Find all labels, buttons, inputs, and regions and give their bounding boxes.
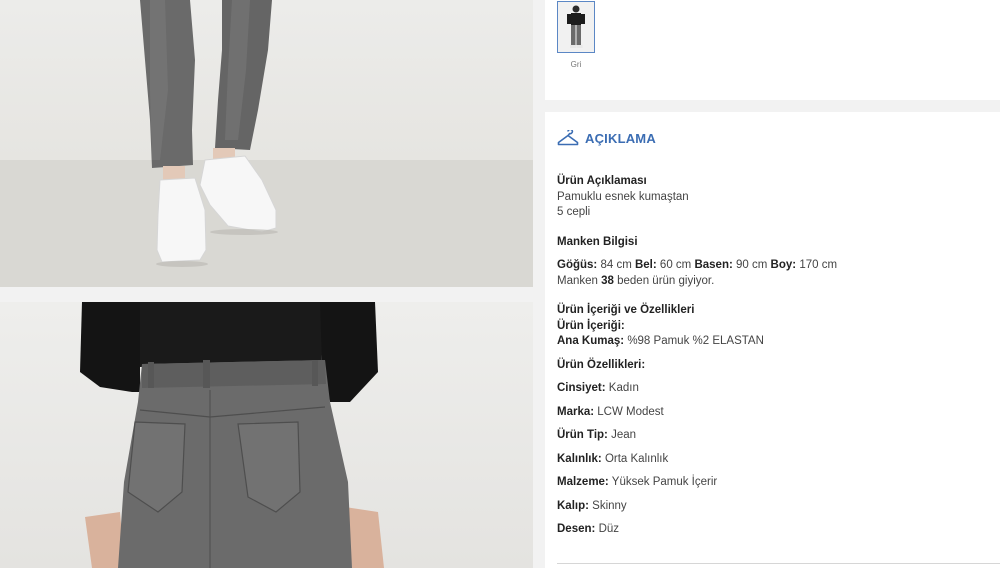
feature-row: Cinsiyet: Kadın <box>557 381 987 397</box>
feature-value: Yüksek Pamuk İçerir <box>611 476 718 488</box>
product-description-line: Pamuklu esnek kumaştan <box>557 190 689 203</box>
variant-panel: Gri <box>545 0 1000 100</box>
product-photo-back[interactable] <box>0 302 533 568</box>
description-content: Ürün Açıklaması Pamuklu esnek kumaştan 5… <box>557 174 987 538</box>
model-info-heading: Manken Bilgisi <box>557 235 638 248</box>
feature-value: Jean <box>611 429 637 441</box>
feature-value: LCW Modest <box>597 405 664 418</box>
model-size-suffix: beden ürün giyiyor. <box>617 274 715 287</box>
hanger-icon <box>557 130 579 146</box>
feature-label: Cinsiyet: <box>557 382 606 394</box>
feature-label: Kalıp: <box>557 499 589 512</box>
model-size-value: 38 <box>601 274 614 287</box>
feature-row: Ürün Tip: Jean <box>557 428 987 444</box>
color-variant-label: Gri <box>570 60 582 69</box>
model-measurements: Göğüs: 84 cm Bel: 60 cm Basen: 90 cm Boy… <box>557 258 987 274</box>
fabric-label: Ana Kumaş: <box>557 335 625 347</box>
measurement-value: 170 cm <box>799 259 838 271</box>
contents-heading: Ürün İçeriği ve Özellikleri <box>557 304 695 316</box>
description-panel: AÇIKLAMA Ürün Açıklaması Pamuklu esnek k… <box>545 112 1000 568</box>
model-thumbnail-icon <box>558 2 594 52</box>
measurement-value: 84 cm <box>600 259 632 271</box>
description-section-title: AÇIKLAMA <box>585 130 656 146</box>
feature-row: Malzeme: Yüksek Pamuk İçerir <box>557 475 987 491</box>
model-size-info: Manken 38 beden ürün giyiyor. <box>557 274 987 290</box>
fabric-value: %98 Pamuk %2 ELASTAN <box>627 335 764 347</box>
jeans-back-illustration <box>80 302 384 568</box>
feature-label: Ürün Tip: <box>557 429 608 441</box>
jeans-legs-illustration <box>0 0 533 287</box>
color-variant-thumbnail[interactable] <box>557 1 595 53</box>
measurement-value: 90 cm <box>736 259 768 271</box>
measurement-value: 60 cm <box>659 259 692 271</box>
feature-row: Kalınlık: Orta Kalınlık <box>557 452 987 468</box>
feature-row: Kalıp: Skinny <box>557 499 987 515</box>
feature-label: Kalınlık: <box>557 452 602 465</box>
description-section-header[interactable]: AÇIKLAMA <box>557 130 656 146</box>
feature-value: Orta Kalınlık <box>604 452 669 465</box>
fabric-info: Ana Kumaş: %98 Pamuk %2 ELASTAN <box>557 334 987 350</box>
feature-label: Malzeme: <box>557 476 609 488</box>
measurement-label: Basen: <box>694 259 733 271</box>
section-divider <box>557 563 1000 564</box>
measurement-label: Göğüs: <box>557 259 598 271</box>
feature-value: Düz <box>598 523 620 535</box>
feature-row: Desen: Düz <box>557 522 987 538</box>
features-heading: Ürün Özellikleri: <box>557 358 646 371</box>
measurement-label: Bel: <box>634 259 657 271</box>
product-description-heading: Ürün Açıklaması <box>557 175 647 187</box>
feature-row: Marka: LCW Modest <box>557 405 987 421</box>
product-photo-legs[interactable] <box>0 0 533 287</box>
feature-label: Desen: <box>557 523 596 535</box>
feature-value: Skinny <box>592 499 627 512</box>
product-description-line: 5 cepli <box>557 206 591 218</box>
feature-label: Marka: <box>557 405 595 418</box>
feature-value: Kadın <box>608 382 639 394</box>
model-size-prefix: Manken <box>557 274 598 287</box>
contents-subheading: Ürün İçeriği: <box>557 319 625 332</box>
measurement-label: Boy: <box>770 259 797 271</box>
